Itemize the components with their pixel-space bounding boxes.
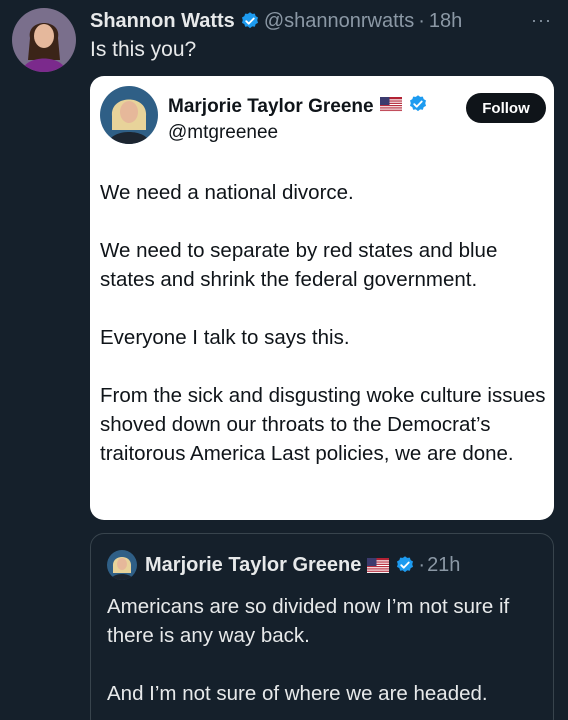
separator-dot: ·	[418, 9, 425, 32]
tweet-text: Is this you?	[90, 38, 197, 61]
verified-badge-icon	[240, 11, 260, 31]
quoted-post-time[interactable]: 21h	[427, 554, 460, 577]
us-flag-icon	[367, 557, 390, 573]
embedded-author-name[interactable]: Marjorie Taylor Greene	[168, 96, 374, 118]
tweet-header: Shannon Watts @shannonrwatts · 18h ···	[90, 8, 552, 34]
author-name[interactable]: Shannon Watts	[90, 10, 235, 33]
us-flag-icon	[379, 96, 402, 118]
quoted-post-text: Americans are so divided now I’m not sur…	[107, 592, 537, 720]
embedded-author-row: Marjorie Taylor Greene	[168, 94, 428, 120]
separator-dot: ·	[418, 553, 426, 576]
quoted-paragraph: And I’m not sure of where we are headed.	[107, 682, 488, 705]
tweet-time[interactable]: 18h	[429, 10, 462, 33]
quoted-author-avatar[interactable]	[107, 550, 137, 580]
follow-button[interactable]: Follow	[466, 93, 546, 123]
quoted-post-header: Marjorie Taylor Greene · 21h	[107, 550, 460, 580]
verified-badge-icon	[408, 94, 428, 120]
embedded-author-avatar[interactable]	[100, 86, 158, 144]
author-handle[interactable]: @shannonrwatts	[264, 10, 414, 33]
embedded-paragraph: We need a national divorce.	[100, 181, 354, 204]
quoted-author-name[interactable]: Marjorie Taylor Greene	[145, 554, 361, 577]
embedded-paragraph: From the sick and disgusting woke cultur…	[100, 384, 546, 465]
quoted-paragraph: Americans are so divided now I’m not sur…	[107, 595, 510, 647]
embedded-author-handle[interactable]: @mtgreenee	[168, 122, 278, 144]
embedded-paragraph: We need to separate by red states and bl…	[100, 239, 498, 291]
verified-badge-icon	[395, 555, 415, 575]
author-avatar[interactable]	[12, 8, 76, 72]
embedded-post-text: We need a national divorce. We need to s…	[100, 178, 546, 468]
embedded-paragraph: Everyone I talk to says this.	[100, 326, 350, 349]
quoted-post-card[interactable]: Marjorie Taylor Greene · 21h Americans a…	[90, 533, 554, 720]
more-options-icon[interactable]: ···	[531, 10, 552, 31]
embedded-post-card[interactable]: Marjorie Taylor Greene @mtgreenee Follow…	[90, 76, 554, 520]
